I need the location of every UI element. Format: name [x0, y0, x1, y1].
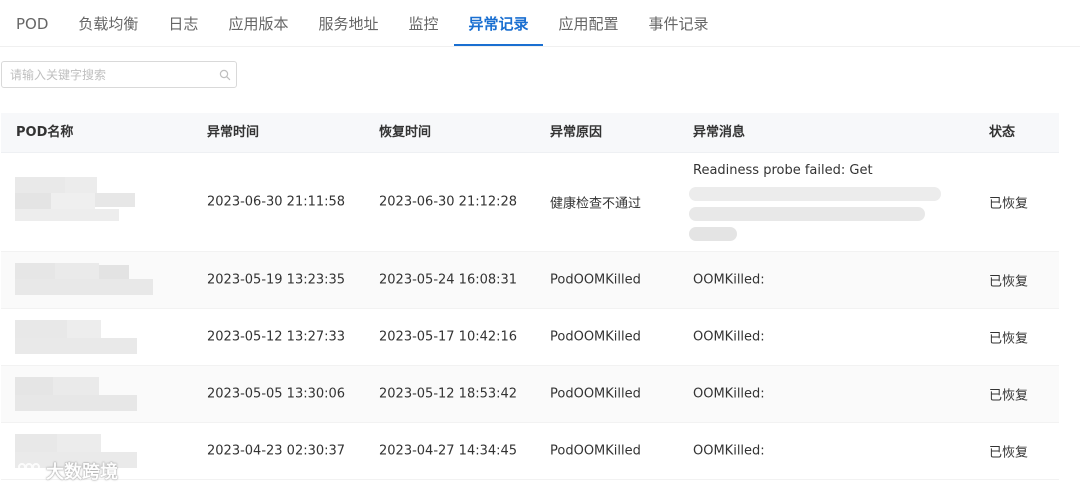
exception-records-table: POD名称 异常时间 恢复时间 异常原因 异常消息 状态 2023-06-30 …: [1, 113, 1059, 480]
table-row: 2023-06-30 21:11:58 2023-06-30 21:12:28 …: [1, 153, 1059, 252]
column-header-message: 异常消息: [693, 125, 746, 140]
recovery-time: 2023-05-12 18:53:42: [379, 386, 518, 402]
column-header-start-time: 异常时间: [207, 125, 260, 140]
exception-reason: PodOOMKilled: [550, 386, 641, 402]
search-icon[interactable]: [214, 62, 236, 87]
exception-message: OOMKilled:: [693, 329, 765, 345]
exception-message: Readiness probe failed: Get: [693, 163, 873, 178]
tab-event-records[interactable]: 事件记录: [649, 0, 709, 32]
tab-app-config[interactable]: 应用配置: [559, 0, 619, 32]
status-badge: 已恢复: [989, 196, 1029, 212]
redacted-pod-name: [15, 263, 153, 297]
table-row: 2023-05-05 13:30:06 2023-05-12 18:53:42 …: [1, 366, 1059, 423]
tab-monitoring[interactable]: 监控: [408, 0, 438, 32]
redacted-pod-name: [15, 377, 137, 413]
watermark: 大数跨境: [8, 458, 118, 484]
exception-time: 2023-05-05 13:30:06: [207, 386, 346, 402]
exception-time: 2023-05-19 13:23:35: [207, 272, 346, 288]
recovery-time: 2023-04-27 14:34:45: [379, 443, 518, 459]
status-badge: 已恢复: [989, 445, 1029, 461]
tab-service-address[interactable]: 服务地址: [318, 0, 378, 32]
redacted-pod-name: [15, 177, 135, 223]
status-badge: 已恢复: [989, 331, 1029, 347]
table-header: POD名称 异常时间 恢复时间 异常原因 异常消息 状态: [1, 113, 1059, 153]
table-row: 2023-05-12 13:27:33 2023-05-17 10:42:16 …: [1, 309, 1059, 366]
column-header-status: 状态: [989, 125, 1016, 140]
exception-time: 2023-05-12 13:27:33: [207, 329, 346, 345]
exception-reason: 健康检查不通过: [550, 196, 642, 212]
exception-message: OOMKilled:: [693, 386, 765, 402]
table-row: 2023-04-23 02:30:37 2023-04-27 14:34:45 …: [1, 423, 1059, 480]
column-header-pod-name: POD名称: [16, 125, 74, 140]
exception-message: OOMKilled:: [693, 443, 765, 459]
watermark-text: 大数跨境: [46, 462, 118, 483]
tab-pod[interactable]: POD: [16, 0, 48, 32]
redacted-pod-name: [15, 320, 137, 356]
search-box: [1, 61, 237, 88]
table-row: 2023-05-19 13:23:35 2023-05-24 16:08:31 …: [1, 252, 1059, 309]
tab-exception-records[interactable]: 异常记录: [454, 0, 543, 46]
status-badge: 已恢复: [989, 388, 1029, 404]
status-badge: 已恢复: [989, 274, 1029, 290]
column-header-end-time: 恢复时间: [379, 125, 432, 140]
exception-reason: PodOOMKilled: [550, 272, 641, 288]
recovery-time: 2023-05-24 16:08:31: [379, 272, 518, 288]
exception-time: 2023-06-30 21:11:58: [207, 194, 346, 210]
tab-load-balancing[interactable]: 负载均衡: [78, 0, 138, 32]
search-input[interactable]: [2, 62, 214, 87]
recovery-time: 2023-06-30 21:12:28: [379, 194, 518, 210]
exception-message: OOMKilled:: [693, 272, 765, 288]
watermark-logo-icon: [8, 459, 42, 484]
recovery-time: 2023-05-17 10:42:16: [379, 329, 518, 345]
exception-reason: PodOOMKilled: [550, 329, 641, 345]
column-header-reason: 异常原因: [550, 125, 603, 140]
tab-app-version[interactable]: 应用版本: [228, 0, 288, 32]
tab-bar: POD 负载均衡 日志 应用版本 服务地址 监控 异常记录 应用配置 事件记录: [0, 0, 1080, 47]
exception-reason: PodOOMKilled: [550, 443, 641, 459]
exception-time: 2023-04-23 02:30:37: [207, 443, 346, 459]
redacted-message-detail: [689, 187, 941, 243]
tab-logs[interactable]: 日志: [168, 0, 198, 32]
